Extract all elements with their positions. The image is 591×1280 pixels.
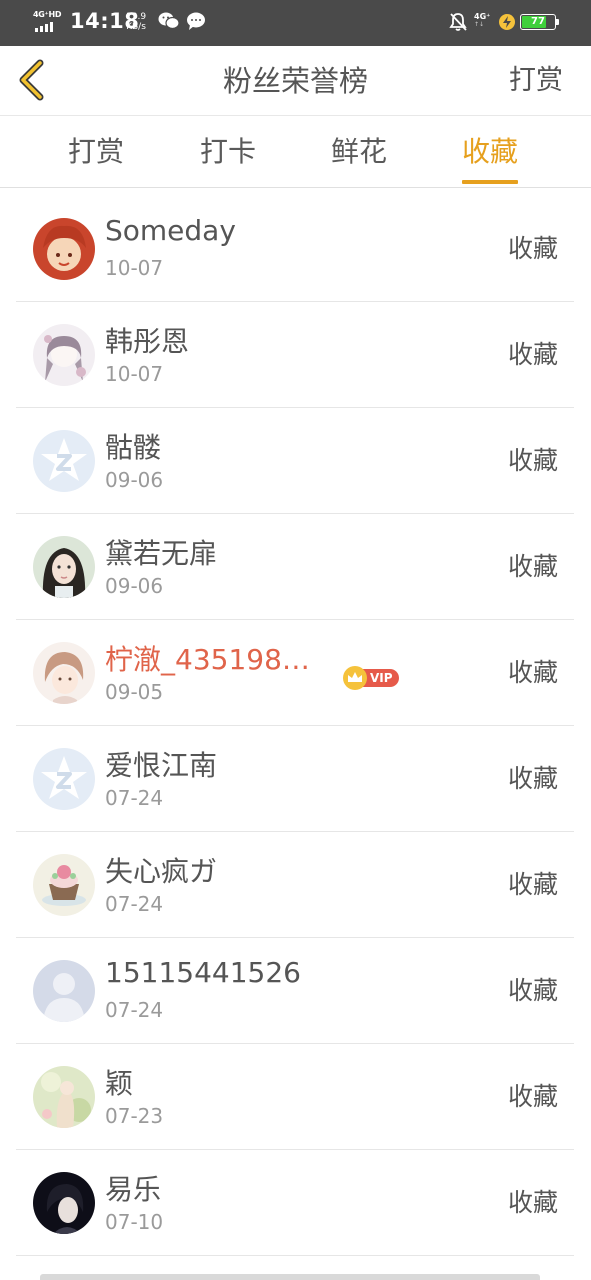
avatar — [33, 1172, 95, 1234]
network-speed: 13.9 KB/s — [126, 12, 146, 32]
fan-name: 柠澈_435198… — [105, 643, 310, 676]
list-item[interactable]: 黛若无扉 09-06 收藏 — [16, 514, 574, 620]
network-type-2-label: 4G⁺ — [474, 12, 491, 21]
fan-name: 骷髅 — [105, 431, 162, 464]
list-item[interactable]: Someday 10-07 收藏 — [16, 196, 574, 302]
network-type-2: 4G⁺ ↑↓ — [474, 12, 491, 28]
list-item[interactable]: 易乐 07-10 收藏 — [16, 1150, 574, 1256]
next-list-item-peek — [40, 1274, 540, 1280]
fan-action: 收藏 — [507, 552, 558, 581]
avatar — [33, 748, 95, 810]
fan-date: 07-10 — [105, 1210, 164, 1234]
avatar — [33, 324, 95, 386]
fan-name: Someday — [105, 214, 236, 247]
vip-badge: VIP — [343, 666, 399, 690]
tab-reward[interactable]: 打赏 — [68, 117, 124, 188]
avatar — [33, 430, 95, 492]
fan-date: 10-07 — [105, 362, 164, 386]
list-item[interactable]: 柠澈_435198… VIP 09-05 收藏 — [16, 620, 574, 726]
fan-action: 收藏 — [507, 976, 558, 1005]
network-type-label: 4G⁺HD — [33, 10, 62, 19]
page-title: 粉丝荣誉榜 — [222, 64, 368, 98]
avatar — [33, 854, 95, 916]
fan-date: 07-24 — [105, 786, 164, 810]
fan-action: 收藏 — [507, 1082, 558, 1111]
list-item[interactable]: 爱恨江南 07-24 收藏 — [16, 726, 574, 832]
list-item[interactable]: 颖 07-23 收藏 — [16, 1044, 574, 1150]
fan-action: 收藏 — [507, 870, 558, 899]
fan-name: 黛若无扉 — [105, 537, 218, 570]
fan-action: 收藏 — [507, 234, 558, 263]
charging-icon — [498, 13, 516, 35]
battery-icon: 77 — [520, 14, 559, 30]
avatar — [33, 960, 95, 1022]
fan-action: 收藏 — [507, 658, 558, 687]
fan-date: 07-24 — [105, 998, 164, 1022]
fan-date: 10-07 — [105, 256, 164, 280]
tab-bar: 打赏 打卡 鲜花 收藏 — [0, 117, 591, 188]
crown-icon — [343, 666, 367, 690]
tab-favorites[interactable]: 收藏 — [462, 117, 519, 188]
cellular-signal-icon: 4G⁺HD — [33, 10, 62, 32]
fan-name: 易乐 — [105, 1173, 162, 1206]
tab-checkin[interactable]: 打卡 — [200, 117, 256, 188]
fan-action: 收藏 — [507, 446, 558, 475]
tab-flowers[interactable]: 鲜花 — [331, 117, 387, 188]
fan-action: 收藏 — [507, 764, 558, 793]
fan-action: 收藏 — [507, 340, 558, 369]
header-bar: 粉丝荣誉榜 打赏 — [0, 46, 591, 116]
wechat-icon — [158, 11, 180, 35]
fan-date: 09-06 — [105, 574, 164, 598]
list-item[interactable]: 失心疯ガ 07-24 收藏 — [16, 832, 574, 938]
fan-date: 07-23 — [105, 1104, 164, 1128]
message-bubble-icon — [186, 11, 206, 35]
reward-button[interactable]: 打赏 — [509, 46, 563, 116]
fan-date: 09-06 — [105, 468, 164, 492]
list-item[interactable]: 骷髅 09-06 收藏 — [16, 408, 574, 514]
avatar — [33, 536, 95, 598]
battery-level: 77 — [531, 16, 545, 27]
fan-name: 15115441526 — [105, 956, 301, 989]
network-speed-unit: KB/s — [126, 22, 146, 32]
fan-date: 07-24 — [105, 892, 164, 916]
fan-list: Someday 10-07 收藏 韩彤恩 10-07 收藏 骷髅 09-06 收… — [16, 196, 574, 1256]
avatar — [33, 642, 95, 704]
notification-muted-icon — [448, 12, 468, 36]
fan-name: 韩彤恩 — [105, 325, 190, 358]
list-item[interactable]: 15115441526 07-24 收藏 — [16, 938, 574, 1044]
fan-name: 颖 — [105, 1067, 134, 1100]
avatar — [33, 1066, 95, 1128]
avatar — [33, 218, 95, 280]
status-bar: 4G⁺HD 14:18 13.9 KB/s 4G⁺ ↑↓ 77 — [0, 0, 591, 46]
fan-name: 失心疯ガ — [105, 855, 218, 888]
network-speed-value: 13.9 — [126, 12, 147, 22]
fan-name: 爱恨江南 — [105, 749, 218, 782]
fan-date: 09-05 — [105, 680, 164, 704]
fan-action: 收藏 — [507, 1188, 558, 1217]
list-item[interactable]: 韩彤恩 10-07 收藏 — [16, 302, 574, 408]
